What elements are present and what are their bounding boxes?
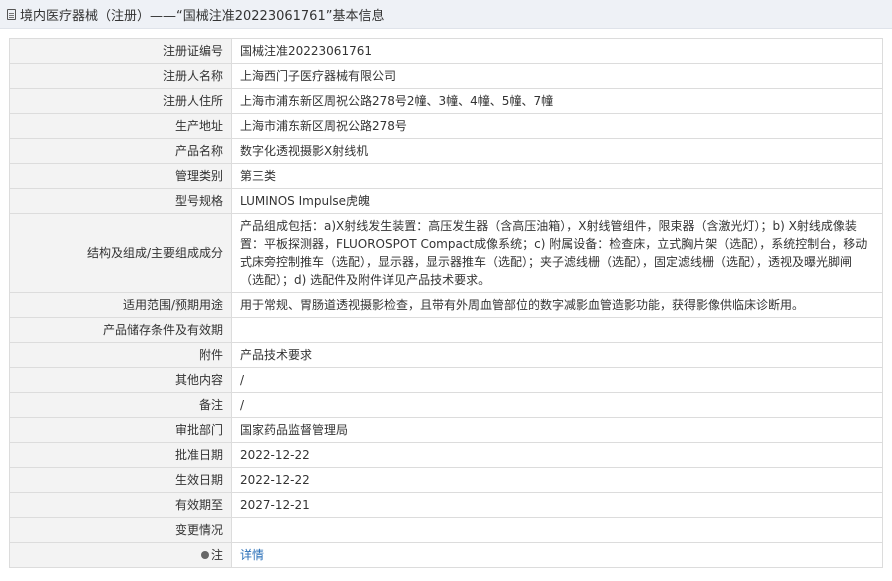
row-label: 备注 — [9, 392, 232, 418]
page-title: 境内医疗器械（注册）——“国械注准20223061761”基本信息 — [20, 8, 385, 24]
row-label: 管理类别 — [9, 163, 232, 189]
row-value: 2027-12-21 — [231, 492, 883, 518]
table-row: 适用范围/预期用途 用于常规、胃肠道透视摄影检查，且带有外周血管部位的数字减影血… — [9, 292, 883, 318]
row-value: 数字化透视摄影X射线机 — [231, 138, 883, 164]
row-label: 批准日期 — [9, 442, 232, 468]
table-row: 有效期至 2027-12-21 — [9, 492, 883, 518]
info-table: 注册证编号 国械注准20223061761 注册人名称 上海西门子医疗器械有限公… — [9, 38, 883, 568]
table-row: 注册人住所 上海市浦东新区周祝公路278号2幢、3幢、4幢、5幢、7幢 — [9, 88, 883, 114]
row-label: 结构及组成/主要组成成分 — [9, 213, 232, 293]
row-value: 上海市浦东新区周祝公路278号2幢、3幢、4幢、5幢、7幢 — [231, 88, 883, 114]
page: 境内医疗器械（注册）——“国械注准20223061761”基本信息 注册证编号 … — [0, 0, 892, 581]
row-value: 2022-12-22 — [231, 467, 883, 493]
table-row: 生产地址 上海市浦东新区周祝公路278号 — [9, 113, 883, 139]
row-label: 注册证编号 — [9, 38, 232, 64]
table-row: 产品名称 数字化透视摄影X射线机 — [9, 138, 883, 164]
row-value: / — [231, 367, 883, 393]
table-row: 结构及组成/主要组成成分 产品组成包括：a)X射线发生装置：高压发生器（含高压油… — [9, 213, 883, 293]
row-value: 国械注准20223061761 — [231, 38, 883, 64]
table-row: 变更情况 — [9, 517, 883, 543]
table-row: 注册人名称 上海西门子医疗器械有限公司 — [9, 63, 883, 89]
row-label: 变更情况 — [9, 517, 232, 543]
row-value: 用于常规、胃肠道透视摄影检查，且带有外周血管部位的数字减影血管造影功能，获得影像… — [231, 292, 883, 318]
row-label: 产品储存条件及有效期 — [9, 317, 232, 343]
row-label: 生产地址 — [9, 113, 232, 139]
bullet-icon — [200, 551, 209, 559]
table-row: 型号规格 LUMINOS Impulse虎魄 — [9, 188, 883, 214]
row-label: 注册人住所 — [9, 88, 232, 114]
row-label: 附件 — [9, 342, 232, 368]
table-row: 产品储存条件及有效期 — [9, 317, 883, 343]
row-value: 详情 — [231, 542, 883, 568]
table-row: 其他内容 / — [9, 367, 883, 393]
row-label: 审批部门 — [9, 417, 232, 443]
row-label: 其他内容 — [9, 367, 232, 393]
table-row: 注册证编号 国械注准20223061761 — [9, 38, 883, 64]
table-row: 管理类别 第三类 — [9, 163, 883, 189]
table-row: 生效日期 2022-12-22 — [9, 467, 883, 493]
row-label: 产品名称 — [9, 138, 232, 164]
row-value: 上海市浦东新区周祝公路278号 — [231, 113, 883, 139]
row-value: 产品组成包括：a)X射线发生装置：高压发生器（含高压油箱），X射线管组件，限束器… — [231, 213, 883, 293]
page-header: 境内医疗器械（注册）——“国械注准20223061761”基本信息 — [0, 0, 892, 29]
row-value — [231, 517, 883, 543]
table-row: 附件 产品技术要求 — [9, 342, 883, 368]
row-value: / — [231, 392, 883, 418]
row-value: 产品技术要求 — [231, 342, 883, 368]
table-row: 审批部门 国家药品监督管理局 — [9, 417, 883, 443]
table-row: 批准日期 2022-12-22 — [9, 442, 883, 468]
row-label: 型号规格 — [9, 188, 232, 214]
row-label: 有效期至 — [9, 492, 232, 518]
row-label: 注册人名称 — [9, 63, 232, 89]
row-label-note: 注 — [9, 542, 232, 568]
row-value — [231, 317, 883, 343]
row-value: 上海西门子医疗器械有限公司 — [231, 63, 883, 89]
row-label: 适用范围/预期用途 — [9, 292, 232, 318]
table-row: 备注 / — [9, 392, 883, 418]
row-label: 生效日期 — [9, 467, 232, 493]
note-label-text: 注 — [210, 548, 223, 562]
document-icon — [7, 8, 16, 20]
row-value: LUMINOS Impulse虎魄 — [231, 188, 883, 214]
row-value: 第三类 — [231, 163, 883, 189]
note-label: 注 — [200, 546, 223, 564]
row-value: 国家药品监督管理局 — [231, 417, 883, 443]
row-value: 2022-12-22 — [231, 442, 883, 468]
table-row: 注 详情 — [9, 542, 883, 568]
details-link[interactable]: 详情 — [240, 548, 264, 562]
